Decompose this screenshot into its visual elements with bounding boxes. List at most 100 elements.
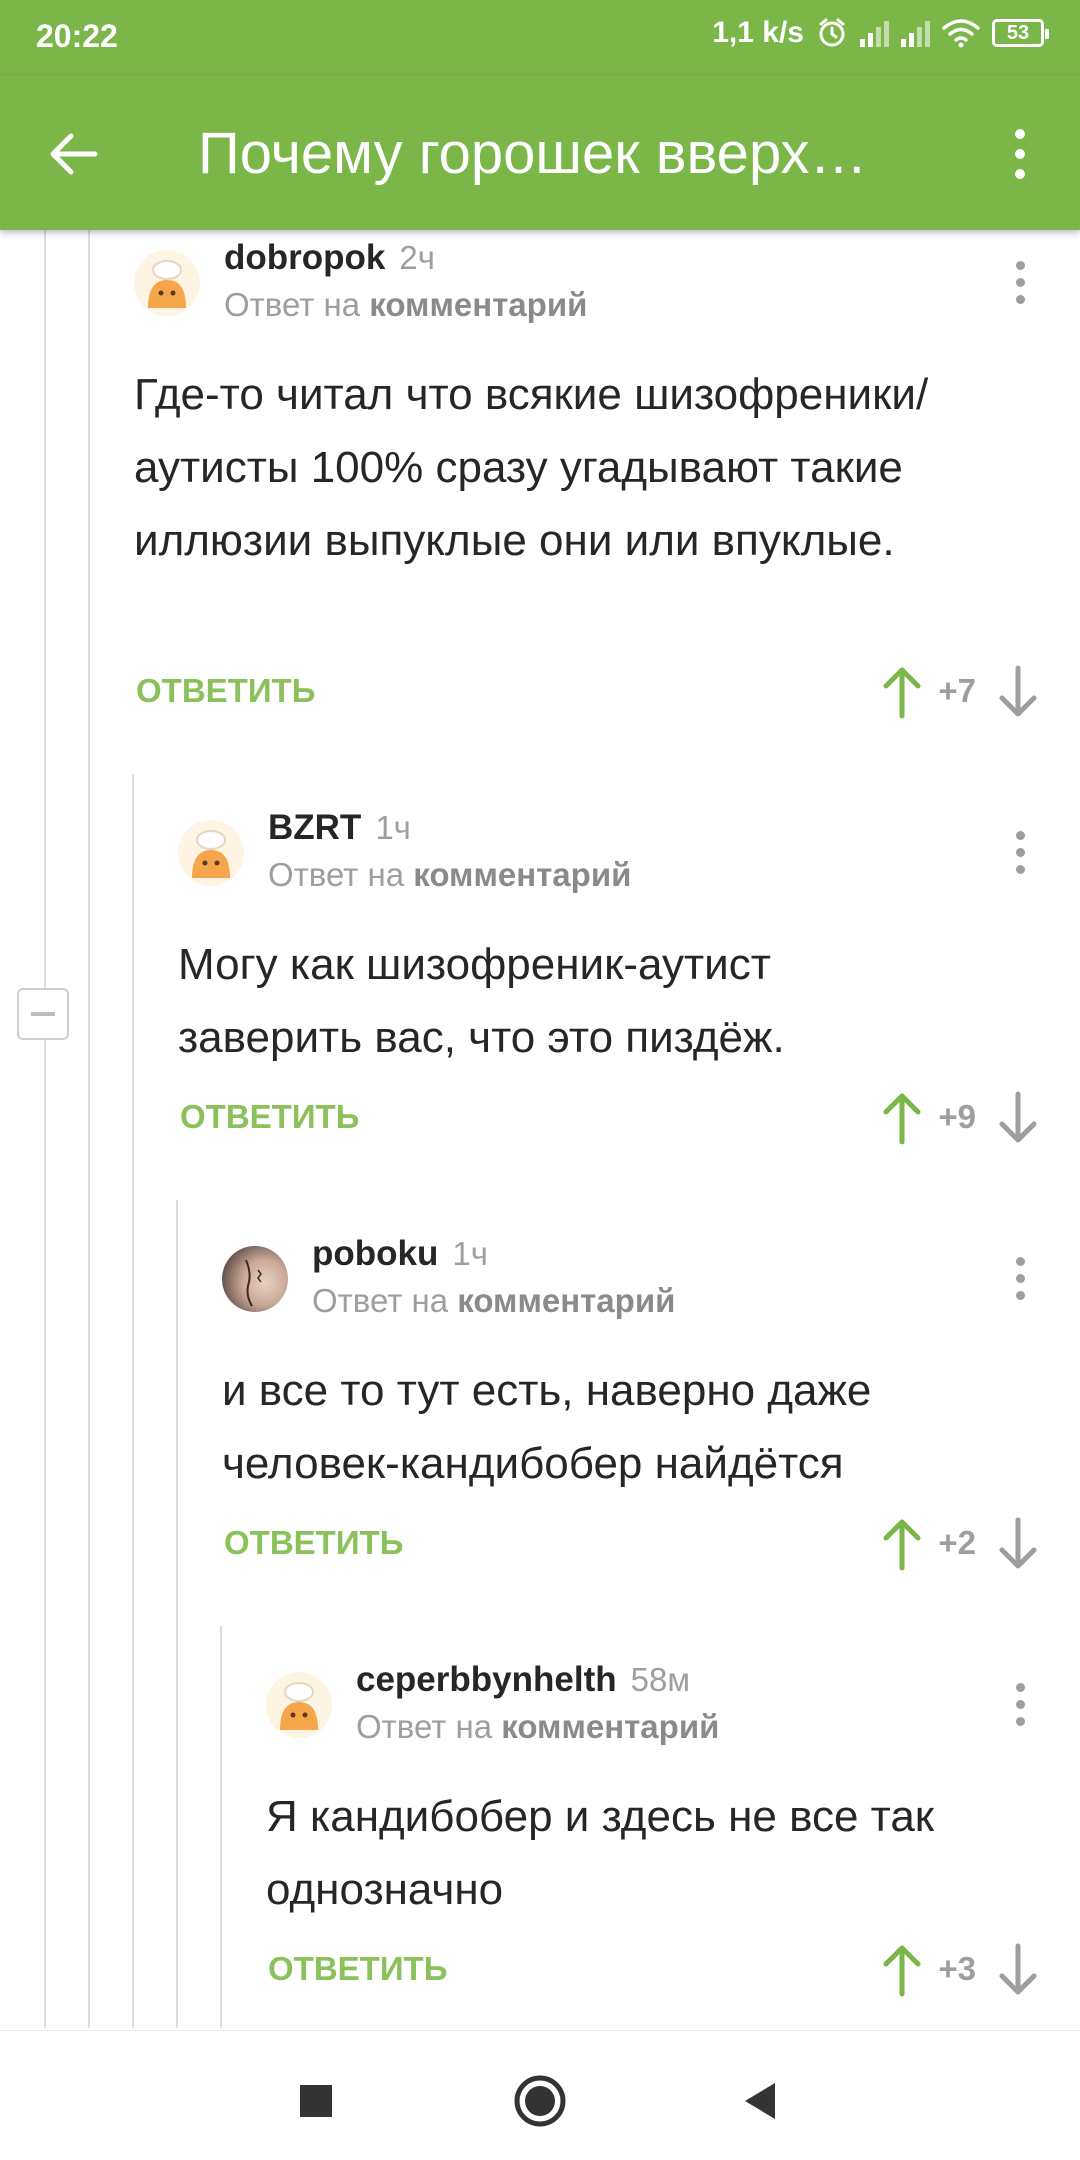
more-vertical-icon: [1015, 1682, 1025, 1692]
arrow-down-icon[interactable]: [996, 1516, 1040, 1572]
comment: BZRT 1ч Ответ на комментарий Могу как шиз…: [178, 800, 1040, 1200]
comment-text: Могу как шизофреник-аутист заверить вас,…: [178, 940, 785, 1062]
reply-target-link[interactable]: комментарий: [457, 1282, 675, 1319]
chef-avatar-icon: [192, 830, 230, 878]
arrow-left-icon: [50, 133, 98, 175]
comment: dobropok 2ч Ответ на комментарий Где-то ч…: [134, 230, 1040, 730]
reply-button[interactable]: ОТВЕТИТЬ: [180, 1098, 359, 1136]
avatar[interactable]: [134, 250, 200, 316]
comment-time: 58м: [630, 1661, 691, 1698]
reply-prefix: Ответ на: [312, 1282, 449, 1319]
comment-actions: ОТВЕТИТЬ +3: [266, 1938, 1040, 1998]
thread-line: [132, 774, 134, 2028]
reply-prefix: Ответ на: [268, 856, 405, 893]
status-time: 20:22: [36, 18, 118, 54]
arrow-up-icon[interactable]: [880, 664, 924, 720]
comment-more-button[interactable]: [1000, 1674, 1040, 1734]
status-icons: 1,1 k/s 53: [712, 16, 1049, 50]
author-name[interactable]: ceperbbynhelth: [356, 1660, 617, 1699]
comment-text: Где-то читал что всякие шизофреники/аути…: [134, 370, 929, 565]
more-vertical-icon: [1015, 129, 1025, 139]
avatar[interactable]: [178, 820, 244, 886]
reply-prefix: Ответ на: [356, 1708, 493, 1745]
reply-target-link[interactable]: комментарий: [413, 856, 631, 893]
avatar[interactable]: [222, 1246, 288, 1312]
comment-more-button[interactable]: [1000, 252, 1040, 312]
author-name[interactable]: dobropok: [224, 238, 385, 277]
arrow-up-icon[interactable]: [880, 1516, 924, 1572]
more-dot: [1015, 169, 1025, 179]
thread-line: [88, 230, 90, 2028]
wifi-icon: [942, 19, 980, 48]
avatar[interactable]: [266, 1672, 332, 1738]
reply-target-link[interactable]: комментарий: [501, 1708, 719, 1745]
more-vertical-icon: [1015, 1256, 1025, 1266]
more-dot: [1015, 1716, 1025, 1726]
comment: ceperbbynhelth 58м Ответ на комментарий Я…: [266, 1652, 1040, 2022]
more-dot: [1015, 294, 1025, 304]
thread-line: [44, 230, 46, 2028]
signal-icon: [860, 19, 889, 47]
comment-text: и все то тут есть, наверно даже человек-…: [222, 1366, 872, 1488]
more-dot: [1015, 1273, 1025, 1283]
comment-author[interactable]: dobropok 2ч: [224, 238, 435, 278]
more-vertical-icon: [1015, 830, 1025, 840]
reply-to: Ответ на комментарий: [268, 856, 631, 894]
reply-button[interactable]: ОТВЕТИТЬ: [136, 672, 315, 710]
comment-actions: ОТВЕТИТЬ +9: [178, 1086, 1040, 1146]
author-name[interactable]: BZRT: [268, 808, 361, 847]
battery-level: 53: [1006, 21, 1030, 44]
thread-line: [176, 1200, 178, 2028]
comment-time: 1ч: [375, 809, 411, 846]
author-name[interactable]: poboku: [312, 1234, 438, 1273]
minus-icon: [31, 1012, 55, 1016]
back-triangle-icon: [745, 2083, 775, 2119]
more-dot: [1015, 847, 1025, 857]
comment-more-button[interactable]: [1000, 822, 1040, 882]
comment-time: 2ч: [399, 239, 435, 276]
nav-back-button[interactable]: [720, 2061, 800, 2141]
arrow-up-icon[interactable]: [880, 1090, 924, 1146]
comment-score: +3: [938, 1950, 976, 1987]
comment-more-button[interactable]: [1000, 1248, 1040, 1308]
comment-author[interactable]: ceperbbynhelth 58м: [356, 1660, 690, 1700]
more-dot: [1015, 1290, 1025, 1300]
reply-to: Ответ на комментарий: [356, 1708, 719, 1746]
arrow-up-icon[interactable]: [880, 1942, 924, 1998]
arrow-down-icon[interactable]: [996, 1090, 1040, 1146]
recents-button[interactable]: [276, 2061, 356, 2141]
reply-button[interactable]: ОТВЕТИТЬ: [224, 1524, 403, 1562]
more-dot: [1015, 149, 1025, 159]
photo-avatar-icon: [245, 1259, 262, 1307]
reply-to: Ответ на комментарий: [224, 286, 587, 324]
more-options-button[interactable]: [990, 114, 1050, 194]
comment-score: +2: [938, 1524, 976, 1561]
comment-actions: ОТВЕТИТЬ +7: [134, 660, 1040, 720]
arrow-down-icon[interactable]: [996, 1942, 1040, 1998]
status-bar: 20:22 1,1 k/s 53: [0, 0, 1080, 76]
reply-button[interactable]: ОТВЕТИТЬ: [268, 1950, 447, 1988]
signal-icon-2: [901, 19, 930, 47]
arrow-down-icon[interactable]: [996, 664, 1040, 720]
battery-icon: 53: [992, 19, 1049, 47]
recents-square-icon: [300, 2085, 332, 2117]
comment-text: Я кандибобер и здесь не все так однознач…: [266, 1792, 935, 1914]
reply-target-link[interactable]: комментарий: [369, 286, 587, 323]
collapse-thread-button[interactable]: [17, 988, 69, 1040]
back-button[interactable]: [34, 114, 114, 194]
comment-score: +9: [938, 1098, 976, 1135]
reply-to: Ответ на комментарий: [312, 1282, 675, 1320]
reply-prefix: Ответ на: [224, 286, 361, 323]
more-dot: [1015, 277, 1025, 287]
comment-score: +7: [938, 672, 976, 709]
home-button[interactable]: [500, 2061, 580, 2141]
more-dot: [1015, 1699, 1025, 1709]
comment-author[interactable]: BZRT 1ч: [268, 808, 411, 848]
alarm-icon: [819, 18, 845, 47]
network-speed: 1,1 k/s: [712, 16, 804, 49]
thread-line: [220, 1626, 222, 2028]
chef-avatar-icon: [148, 260, 186, 308]
comment-author[interactable]: poboku 1ч: [312, 1234, 488, 1274]
more-dot: [1015, 864, 1025, 874]
app-bar: Почему горошек вверх…: [0, 76, 1080, 230]
